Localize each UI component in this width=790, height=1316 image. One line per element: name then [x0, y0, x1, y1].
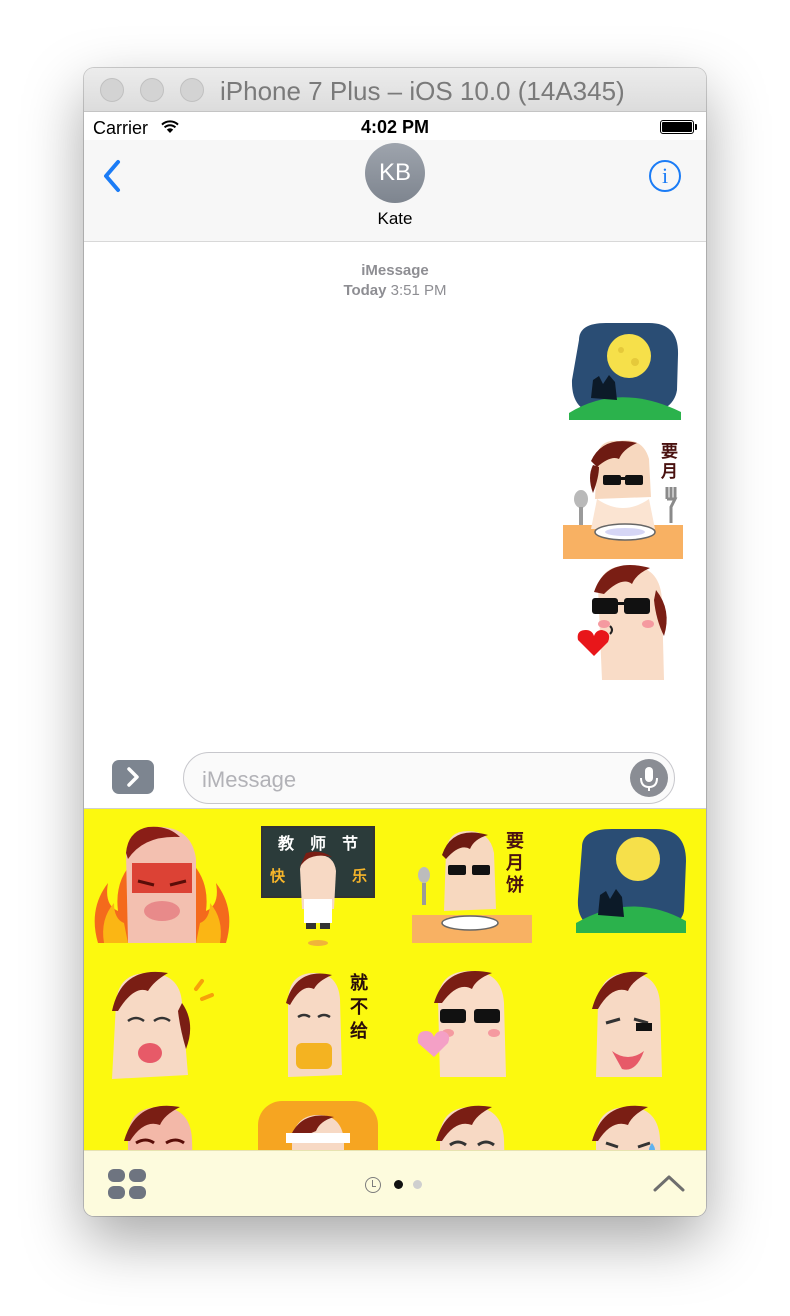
sticker-bandage[interactable] — [240, 1099, 396, 1150]
sticker-text-yue: 月 — [660, 462, 678, 482]
status-time: 4:02 PM — [360, 117, 430, 137]
app-drawer-footer — [84, 1150, 706, 1216]
sticker-text-gei: 给 — [350, 1020, 368, 1042]
sticker-text-yao: 要 — [661, 442, 678, 462]
sticker-sunglasses-heart[interactable] — [576, 560, 676, 682]
message-timestamp: Today 3:51 PM — [84, 282, 706, 299]
zoom-window-button[interactable] — [180, 78, 204, 102]
status-bar: Carrier 4:02 PM — [84, 112, 706, 140]
device-screen: Carrier 4:02 PM KB Kate i iMessage Today — [84, 112, 706, 1216]
compose-bar: iMessage — [84, 747, 706, 809]
sticker-sleepy[interactable] — [396, 1099, 552, 1150]
sticker-text-jiao: 教 — [278, 834, 295, 853]
sticker-text-jiu: 就 — [350, 972, 368, 994]
back-chevron-icon[interactable] — [98, 156, 128, 196]
contact-avatar[interactable]: KB — [365, 143, 425, 203]
sticker-tongue-out[interactable] — [84, 959, 240, 1103]
simulator-window: iPhone 7 Plus – iOS 10.0 (14A345) Carrie… — [84, 68, 706, 1216]
battery-tip — [695, 124, 697, 130]
sticker-text-bu: 不 — [350, 997, 368, 1018]
sticker-text-kuai: 快 — [270, 867, 286, 885]
sticker-text-jie: 节 — [342, 834, 358, 853]
sticker-drawer: 教 师 节 快 乐 要 月 饼 就 不 给 — [84, 809, 706, 1150]
message-thread: iMessage Today 3:51 PM 要 月 — [84, 242, 706, 747]
page-dot-active[interactable] — [394, 1180, 403, 1190]
service-label: iMessage — [361, 262, 429, 279]
sticker-smug[interactable] — [552, 959, 706, 1103]
chevron-right-icon — [127, 767, 139, 787]
sticker-angry-fire[interactable] — [84, 819, 240, 963]
info-icon[interactable]: i — [649, 160, 681, 192]
sticker-want-mooncake[interactable]: 要 月 饼 — [396, 819, 552, 963]
chevron-up-icon[interactable] — [651, 1171, 687, 1195]
page-dot[interactable] — [413, 1180, 423, 1190]
sticker-text-bing: 饼 — [506, 874, 524, 896]
contact-name[interactable]: Kate — [84, 209, 706, 229]
message-input[interactable]: iMessage — [183, 752, 675, 804]
minimize-window-button[interactable] — [140, 78, 164, 102]
window-titlebar: iPhone 7 Plus – iOS 10.0 (14A345) — [84, 68, 706, 112]
page-indicator[interactable] — [84, 1176, 706, 1194]
sticker-sunglasses-kiss[interactable] — [396, 959, 552, 1103]
sticker-moon-night[interactable] — [569, 320, 681, 420]
sticker-text-shi: 师 — [310, 834, 326, 853]
sticker-text-yue-2: 月 — [505, 853, 524, 874]
expand-apps-button[interactable] — [112, 760, 154, 794]
conversation-header: KB Kate i — [84, 140, 706, 242]
sticker-text-le: 乐 — [352, 867, 367, 885]
battery-icon — [660, 120, 694, 134]
close-window-button[interactable] — [100, 78, 124, 102]
window-title: iPhone 7 Plus – iOS 10.0 (14A345) — [220, 76, 625, 106]
sticker-blushing[interactable] — [84, 1099, 240, 1150]
sticker-wont-give[interactable]: 就 不 给 — [240, 959, 396, 1103]
microphone-button[interactable] — [630, 759, 668, 797]
timestamp-time: 3:51 PM — [390, 282, 447, 299]
timestamp-date: Today — [343, 282, 387, 299]
sticker-text-yao-2: 要 — [506, 831, 524, 852]
sticker-want-mooncake-plate[interactable]: 要 月 — [563, 437, 687, 559]
message-input-placeholder: iMessage — [202, 767, 297, 792]
sticker-moon-night-2[interactable] — [552, 819, 706, 963]
sticker-sweating[interactable] — [552, 1099, 706, 1150]
sticker-teachers-day[interactable]: 教 师 节 快 乐 — [240, 819, 396, 963]
microphone-icon — [640, 767, 658, 791]
recent-clock-icon[interactable] — [364, 1176, 381, 1193]
